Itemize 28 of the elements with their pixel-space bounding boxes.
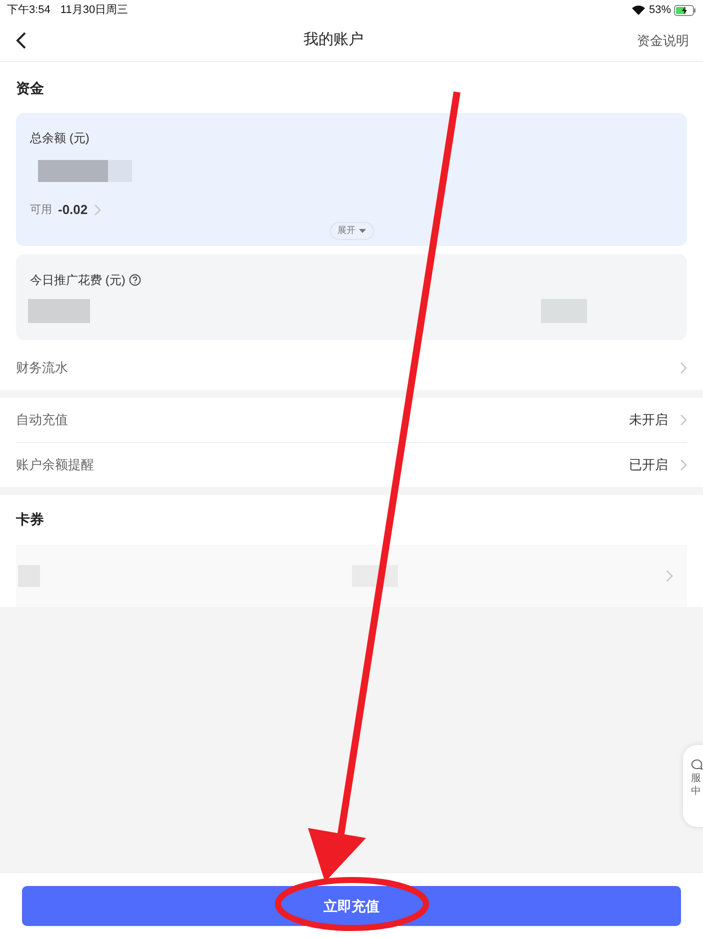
wifi-icon xyxy=(632,5,645,15)
spend-label: 今日推广花费 (元) xyxy=(30,272,126,289)
chevron-right-icon xyxy=(666,570,673,582)
page-title: 我的账户 xyxy=(304,30,364,50)
balance-label: 总余额 (元) xyxy=(30,130,90,147)
status-time: 下午3:54 xyxy=(7,2,50,18)
chevron-right-icon xyxy=(680,459,687,471)
settings-row[interactable]: 自动充值 未开启 xyxy=(0,398,703,442)
recharge-button[interactable]: 立即充值 xyxy=(22,886,681,926)
settings-row[interactable]: 账户余额提醒 已开启 xyxy=(0,443,703,487)
chevron-right-icon xyxy=(94,204,101,216)
expand-button[interactable]: 展开 xyxy=(330,222,374,240)
battery-icon xyxy=(674,4,696,16)
battery-percent: 53% xyxy=(648,2,671,18)
funds-info-link[interactable]: 资金说明 xyxy=(637,30,689,50)
available-label: 可用 xyxy=(30,202,52,218)
redacted-block xyxy=(28,299,90,323)
caret-icon xyxy=(358,228,366,232)
service-tab[interactable]: 服中 xyxy=(683,745,703,827)
section-title: 资金 xyxy=(16,79,45,98)
settings-row[interactable]: 财务流水 xyxy=(0,346,703,390)
chevron-right-icon xyxy=(680,362,687,374)
chat-bubble-icon xyxy=(691,759,703,770)
status-date: 11月30日周三 xyxy=(60,2,128,18)
available-amount: -0.02 xyxy=(58,201,88,219)
help-icon xyxy=(129,274,142,286)
chevron-right-icon xyxy=(680,414,687,426)
section-title: 卡券 xyxy=(16,510,45,529)
